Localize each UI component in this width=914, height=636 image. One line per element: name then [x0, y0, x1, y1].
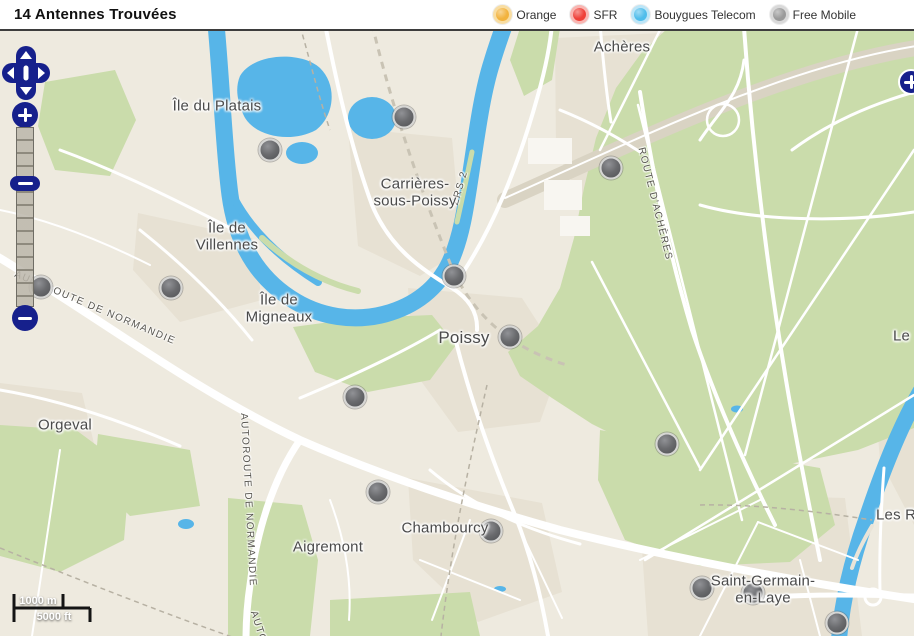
operator-color-dot	[496, 8, 509, 21]
legend-item-sfr[interactable]: SFR	[569, 8, 617, 22]
zoom-out-button[interactable]	[12, 305, 38, 331]
zoom-slider-track[interactable]	[16, 127, 34, 307]
antenna-marker-12[interactable]	[691, 577, 714, 600]
map-pan-control[interactable]	[1, 45, 51, 101]
header: 14 Antennes Trouvées Orange SFR Bouygues T…	[0, 0, 914, 31]
operator-legend: Orange SFR Bouygues Telecom Free Mobile	[492, 8, 856, 22]
pan-center-handle[interactable]	[24, 66, 29, 81]
legend-item-orange[interactable]: Orange	[492, 8, 556, 22]
zoom-control	[0, 98, 50, 338]
minus-icon	[18, 311, 32, 325]
antenna-marker-7[interactable]	[160, 277, 183, 300]
antenna-marker-2[interactable]	[393, 106, 416, 129]
antenna-marker-14[interactable]	[826, 612, 849, 635]
legend-label: Free Mobile	[793, 8, 856, 22]
operator-color-dot	[573, 8, 586, 21]
antenna-marker-1[interactable]	[259, 139, 282, 162]
pan-compass-icon	[1, 45, 51, 101]
legend-item-free-mobile[interactable]: Free Mobile	[769, 8, 856, 22]
antenna-marker-4[interactable]	[443, 265, 466, 288]
legend-item-bouygues-telecom[interactable]: Bouygues Telecom	[630, 8, 755, 22]
antenna-marker-8[interactable]	[344, 386, 367, 409]
map-canvas[interactable]: AUTOROUTE DE NORMANDIEAUTOROUTE DE NORMA…	[0, 0, 914, 636]
antenna-marker-11[interactable]	[656, 433, 679, 456]
antenna-marker-9[interactable]	[367, 481, 390, 504]
antenna-marker-5[interactable]	[499, 326, 522, 349]
plus-icon	[904, 75, 914, 89]
plus-icon	[18, 108, 32, 122]
antenna-marker-13[interactable]	[742, 582, 765, 605]
page-title: 14 Antennes Trouvées	[14, 6, 177, 23]
basemap	[0, 0, 914, 636]
legend-label: Bouygues Telecom	[654, 8, 755, 22]
legend-label: SFR	[593, 8, 617, 22]
operator-color-dot	[634, 8, 647, 21]
antenna-marker-10[interactable]	[480, 520, 503, 543]
zoom-in-button[interactable]	[12, 102, 38, 128]
operator-color-dot	[773, 8, 786, 21]
antenna-map-app: AUTOROUTE DE NORMANDIEAUTOROUTE DE NORMA…	[0, 0, 914, 636]
antenna-marker-3[interactable]	[600, 157, 623, 180]
legend-label: Orange	[516, 8, 556, 22]
zoom-slider-handle[interactable]	[10, 176, 40, 191]
